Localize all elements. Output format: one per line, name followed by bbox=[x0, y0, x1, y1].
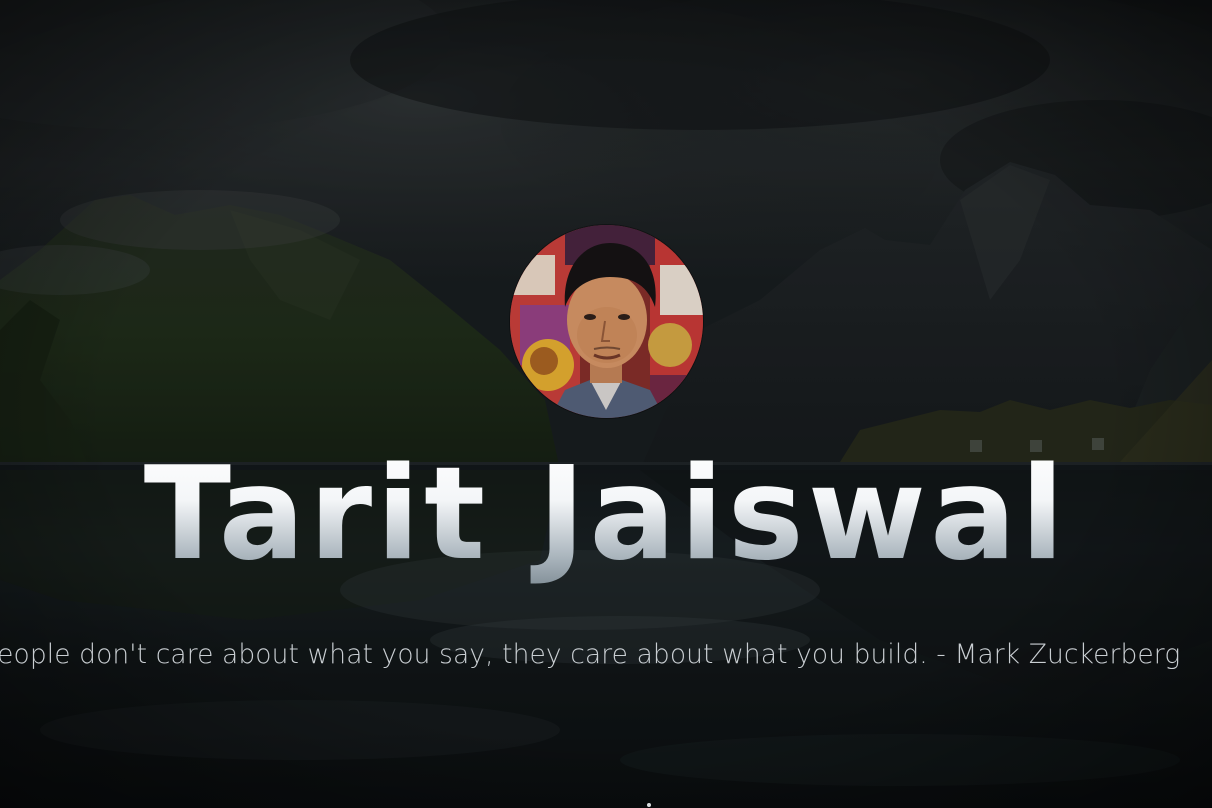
quote-container: People don't care about what you say, th… bbox=[0, 636, 1212, 676]
profile-photo-image bbox=[510, 225, 703, 418]
profile-avatar bbox=[510, 225, 703, 418]
scroll-down-icon[interactable] bbox=[647, 803, 651, 807]
hero-name-heading: Tarit Jaiswal bbox=[0, 440, 1212, 590]
hero-section: Tarit Jaiswal People don't care about wh… bbox=[0, 0, 1212, 808]
hero-quote-text: People don't care about what you say, th… bbox=[0, 639, 1181, 670]
